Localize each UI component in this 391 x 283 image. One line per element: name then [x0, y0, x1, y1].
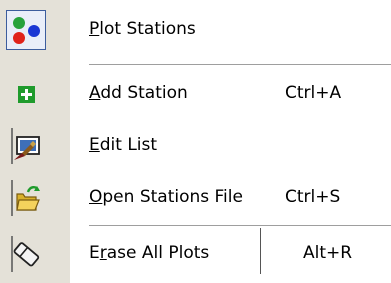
column-divider	[260, 228, 261, 274]
add-station-icon	[6, 74, 46, 114]
menu-shortcut: Alt+R	[303, 243, 353, 263]
edit-list-icon	[6, 126, 46, 166]
menu-separator	[89, 64, 391, 65]
menu-shortcut: Ctrl+S	[285, 187, 341, 207]
open-file-icon	[6, 178, 46, 218]
stations-context-menu: Plot Stations Add Station Ctrl+A Edit Li…	[0, 0, 391, 283]
menu-item-edit-list[interactable]: Edit List	[0, 118, 391, 174]
menu-item-label: Add Station	[89, 83, 188, 103]
plot-stations-icon	[6, 10, 46, 50]
menu-item-label: Open Stations File	[89, 187, 243, 207]
menu-item-open-stations-file[interactable]: Open Stations File Ctrl+S	[0, 170, 391, 226]
menu-item-label: Edit List	[89, 135, 158, 155]
menu-shortcut: Ctrl+A	[285, 83, 342, 103]
eraser-icon	[6, 234, 46, 274]
menu-item-add-station[interactable]: Add Station Ctrl+A	[0, 66, 391, 122]
menu-item-plot-stations[interactable]: Plot Stations	[0, 2, 391, 58]
menu-item-label: Plot Stations	[89, 19, 196, 39]
menu-item-erase-all-plots[interactable]: Erase All Plots Alt+R	[0, 226, 391, 282]
menu-item-label: Erase All Plots	[89, 243, 210, 263]
